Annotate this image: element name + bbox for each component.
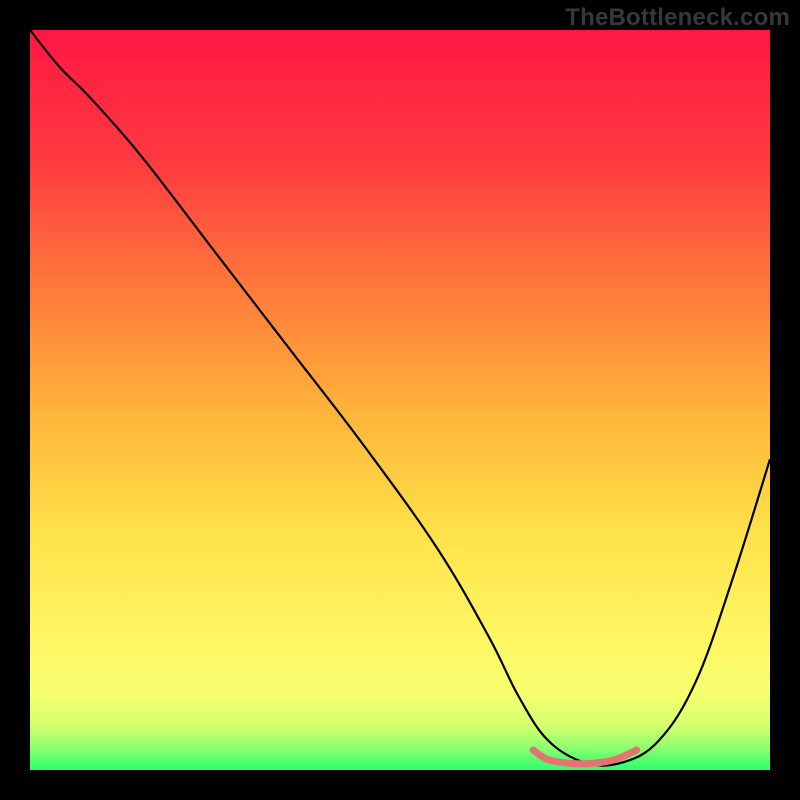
gradient-background <box>30 30 770 770</box>
plot-area <box>30 30 770 770</box>
chart-container: TheBottleneck.com <box>0 0 800 800</box>
chart-svg <box>30 30 770 770</box>
watermark-text: TheBottleneck.com <box>565 4 790 32</box>
